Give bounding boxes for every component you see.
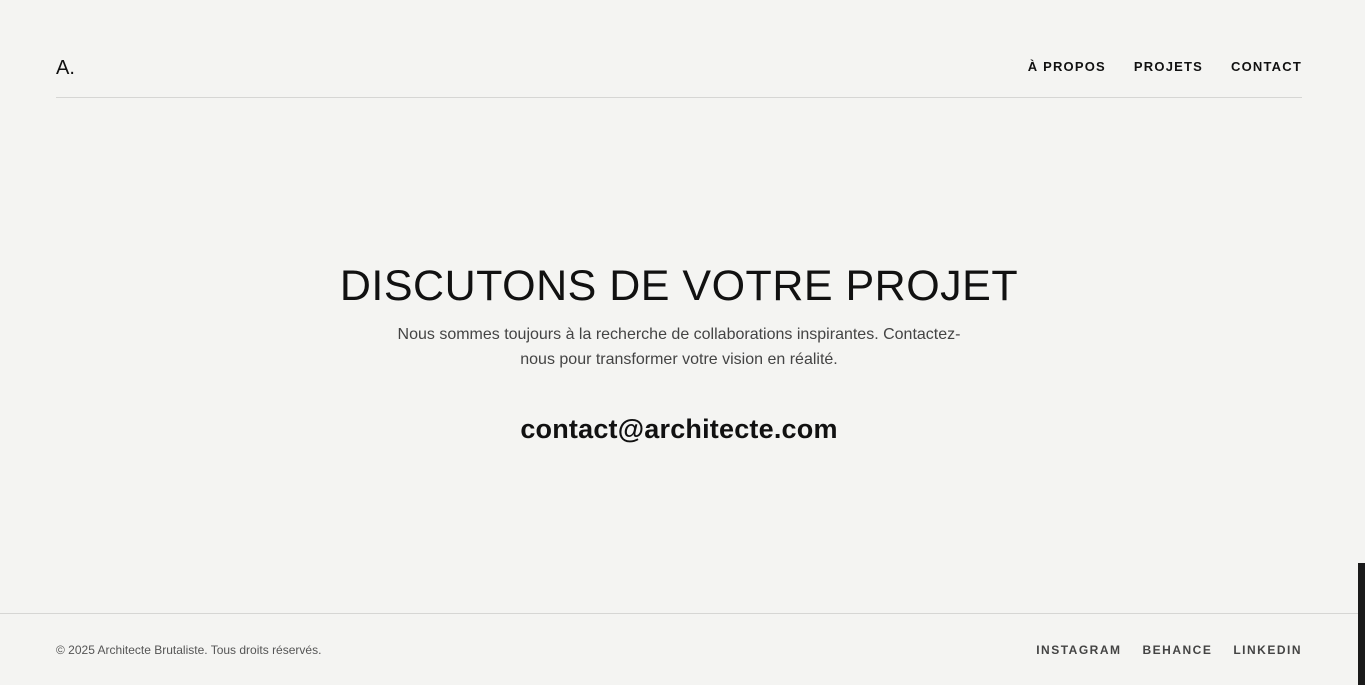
nav-item-contact[interactable]: CONTACT <box>1231 59 1302 74</box>
main-nav: À PROPOS PROJETS CONTACT <box>1028 59 1302 74</box>
social-links: INSTAGRAM BEHANCE LINKEDIN <box>1036 643 1302 657</box>
contact-description: Nous sommes toujours à la recherche de c… <box>397 326 961 368</box>
email-link[interactable]: contact@architecte.com <box>520 414 837 445</box>
nav-item-projets[interactable]: PROJETS <box>1134 59 1203 74</box>
page-title: DISCUTONS DE VOTRE PROJET <box>339 262 1019 310</box>
logo-link[interactable]: A. <box>56 57 75 80</box>
contact-section: DISCUTONS DE VOTRE PROJET Nous sommes to… <box>0 262 1358 445</box>
site-footer: © 2025 Architecte Brutaliste. Tous droit… <box>0 613 1358 685</box>
social-link-linkedin[interactable]: LINKEDIN <box>1233 643 1302 657</box>
page-scrollbar[interactable] <box>1358 0 1365 685</box>
nav-item-a-propos[interactable]: À PROPOS <box>1028 59 1106 74</box>
scrollbar-thumb[interactable] <box>1358 563 1365 685</box>
social-link-instagram[interactable]: INSTAGRAM <box>1036 643 1121 657</box>
social-link-behance[interactable]: BEHANCE <box>1142 643 1212 657</box>
page: A. À PROPOS PROJETS CONTACT DISCUTONS DE… <box>0 0 1365 685</box>
copyright-text: © 2025 Architecte Brutaliste. Tous droit… <box>56 643 322 657</box>
site-header: A. À PROPOS PROJETS CONTACT <box>56 0 1302 98</box>
